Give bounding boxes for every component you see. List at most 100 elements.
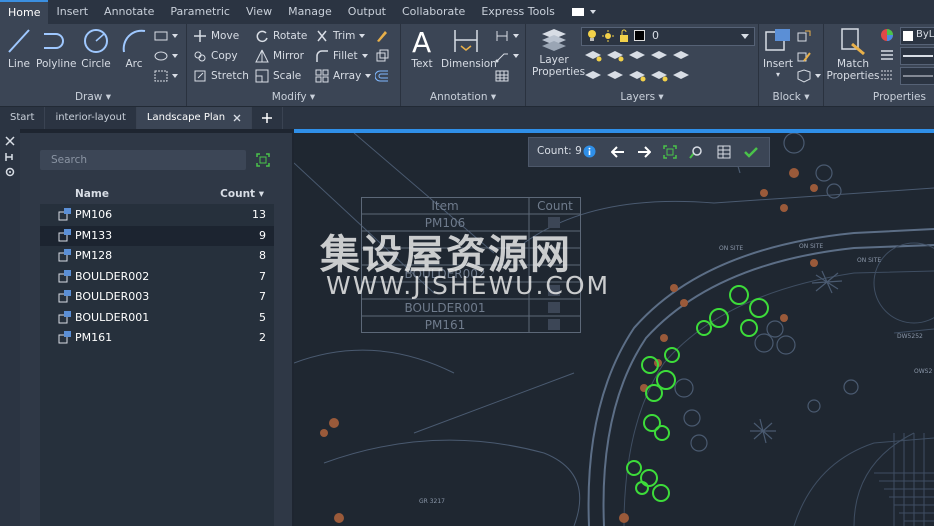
- block-panel: Insert ▾ Block ▾: [759, 24, 824, 106]
- fillet-tool[interactable]: Fillet: [315, 47, 368, 65]
- scale-tool[interactable]: Scale: [255, 67, 301, 85]
- polyline-tool[interactable]: Polyline: [36, 26, 76, 70]
- next-arrow-icon[interactable]: [637, 146, 651, 158]
- new-tab-button[interactable]: [252, 107, 284, 129]
- pin-icon[interactable]: [5, 152, 15, 162]
- color-dropdown[interactable]: ByL: [900, 27, 934, 45]
- block-panel-title[interactable]: Block ▾: [759, 90, 823, 104]
- scale-icon: [255, 69, 269, 83]
- site-label: DW5252: [897, 333, 923, 340]
- info-icon[interactable]: [583, 145, 596, 158]
- zoom-extents-icon[interactable]: [663, 145, 677, 159]
- offset-icon: [375, 70, 388, 82]
- insert-tool[interactable]: Insert ▾: [761, 26, 795, 79]
- fillet-icon: [316, 50, 328, 62]
- color-wheel-icon[interactable]: [880, 28, 894, 42]
- zoom-extents-icon[interactable]: [256, 153, 270, 167]
- tab-express-tools[interactable]: Express Tools: [473, 0, 563, 24]
- layer-dropdown[interactable]: 0: [581, 27, 755, 46]
- arc-tool[interactable]: Arc: [118, 26, 150, 70]
- tab-view[interactable]: View: [238, 0, 280, 24]
- annotation-panel-title[interactable]: Annotation ▾: [401, 90, 525, 104]
- close-icon[interactable]: [233, 114, 241, 122]
- text-tool[interactable]: A Text: [407, 26, 437, 70]
- ghost-cell: BOULDER001: [405, 301, 486, 315]
- close-icon[interactable]: [5, 136, 15, 146]
- block-icon: [58, 290, 71, 303]
- text-icon: A: [412, 26, 431, 56]
- create-block-tool[interactable]: [797, 27, 811, 45]
- lineweight-icon[interactable]: [880, 48, 894, 62]
- tab-output[interactable]: Output: [340, 0, 394, 24]
- tab-annotate[interactable]: Annotate: [96, 0, 162, 24]
- edit-block-tool[interactable]: [797, 47, 811, 65]
- modify-panel-title[interactable]: Modify ▾: [187, 90, 400, 104]
- leader-tool[interactable]: [495, 47, 519, 65]
- site-label: GR 3217: [419, 498, 445, 505]
- tab-parametric[interactable]: Parametric: [162, 0, 238, 24]
- circle-tool[interactable]: Circle: [80, 26, 112, 70]
- table-row[interactable]: BOULDER003 7: [40, 287, 274, 307]
- attribute-tool[interactable]: [797, 67, 821, 85]
- layer-properties-tool[interactable]: Layer Properties: [532, 26, 585, 78]
- file-tab-start[interactable]: Start: [0, 107, 46, 129]
- layer-stack-icon: [542, 29, 566, 51]
- workspace-switch[interactable]: [563, 0, 605, 24]
- mirror-tool[interactable]: Mirror: [255, 47, 304, 65]
- checkmark-icon[interactable]: [744, 146, 758, 158]
- search-input[interactable]: Search: [40, 150, 246, 170]
- ribbon-tab-bar: Home Insert Annotate Parametric View Man…: [0, 0, 934, 24]
- erase-tool[interactable]: [375, 27, 389, 45]
- previous-arrow-icon[interactable]: [611, 146, 625, 158]
- line-tool[interactable]: Line: [4, 26, 34, 70]
- stretch-tool[interactable]: Stretch: [193, 67, 249, 85]
- file-tab-landscape-plan[interactable]: Landscape Plan: [136, 107, 253, 129]
- plus-icon: [262, 113, 273, 123]
- table-row[interactable]: PM128 8: [40, 246, 274, 266]
- linetype-dropdown[interactable]: [900, 67, 934, 85]
- rectangle-tool[interactable]: [154, 27, 178, 45]
- properties-panel-title[interactable]: Properties: [824, 90, 934, 104]
- draw-panel-title[interactable]: Draw ▾: [0, 90, 186, 104]
- trim-tool[interactable]: Trim: [315, 27, 366, 45]
- gear-icon[interactable]: [5, 167, 15, 177]
- linear-dim-tool[interactable]: [495, 27, 519, 45]
- tab-collaborate[interactable]: Collaborate: [394, 0, 473, 24]
- find-block-icon[interactable]: [689, 145, 703, 159]
- table-row[interactable]: BOULDER002 7: [40, 267, 274, 287]
- block-icon: [58, 249, 71, 262]
- line-sample-icon: [903, 55, 933, 57]
- linetype-icon[interactable]: [880, 68, 894, 82]
- hatch-icon: [154, 70, 168, 82]
- chevron-down-icon: [361, 53, 368, 58]
- table-row[interactable]: BOULDER001 5: [40, 308, 274, 328]
- table-tool[interactable]: [495, 67, 509, 85]
- table-row[interactable]: PM106 13: [40, 205, 274, 225]
- chevron-down-icon: [815, 73, 821, 78]
- layers-panel-title[interactable]: Layers ▾: [526, 90, 758, 104]
- lock-icon: [620, 29, 628, 42]
- hatch-tool[interactable]: [154, 67, 178, 85]
- explode-tool[interactable]: [375, 47, 389, 65]
- match-properties-tool[interactable]: Match Properties: [826, 26, 880, 82]
- tab-home[interactable]: Home: [0, 0, 49, 24]
- layer-tools-icons[interactable]: [583, 49, 753, 89]
- array-tool[interactable]: Array: [315, 67, 372, 85]
- insert-table-icon[interactable]: [717, 145, 731, 159]
- move-tool[interactable]: Move: [193, 27, 239, 45]
- dimension-tool[interactable]: Dimension: [441, 26, 497, 70]
- offset-tool[interactable]: [375, 67, 389, 85]
- tab-insert[interactable]: Insert: [48, 0, 96, 24]
- copy-tool[interactable]: Copy: [193, 47, 238, 65]
- hatch-pattern: [874, 433, 934, 526]
- file-tab-interior-layout[interactable]: interior-layout: [45, 107, 137, 129]
- ellipse-tool[interactable]: [154, 47, 178, 65]
- tab-manage[interactable]: Manage: [280, 0, 340, 24]
- column-header-count[interactable]: Count ▾: [220, 188, 264, 200]
- table-row[interactable]: PM161 2: [40, 328, 274, 348]
- lineweight-dropdown[interactable]: [900, 47, 934, 65]
- table-row-selected[interactable]: PM133 9: [40, 226, 274, 246]
- palette-title-strip: [0, 129, 20, 526]
- rotate-tool[interactable]: Rotate: [255, 27, 307, 45]
- column-header-name[interactable]: Name: [75, 188, 109, 200]
